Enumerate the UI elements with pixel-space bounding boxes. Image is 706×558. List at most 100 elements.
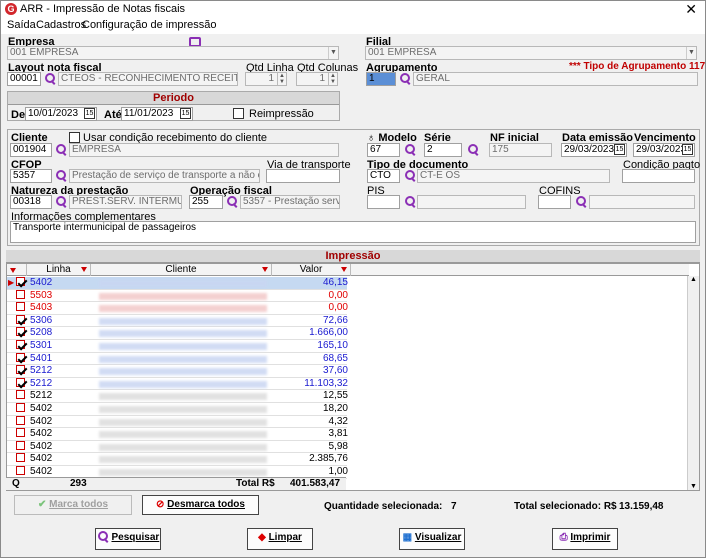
search-icon[interactable] <box>44 73 56 85</box>
table-row[interactable]: 5301 165,10 <box>7 340 348 353</box>
row-checkbox[interactable] <box>16 289 25 299</box>
cofins-input[interactable] <box>538 195 571 209</box>
data-emissao-input[interactable]: 29/03/2023 15 <box>561 143 627 157</box>
qtd-colunas-input[interactable]: 1 ▲ ▼ <box>296 72 338 86</box>
search-icon[interactable] <box>226 196 238 208</box>
row-checkbox[interactable] <box>16 352 25 362</box>
vencimento-input[interactable]: 29/03/2023 15 <box>633 143 695 157</box>
cell-valor: 165,10 <box>317 340 348 351</box>
eraser-icon: ◆ <box>258 532 266 543</box>
cell-linha: 5402 <box>30 415 53 427</box>
search-icon[interactable] <box>55 144 67 156</box>
usar-cond-checkbox[interactable] <box>69 132 80 143</box>
nf-inicial-input[interactable]: 175 <box>489 143 552 157</box>
table-row[interactable]: 5212 11.103,32 <box>7 377 348 391</box>
table-row[interactable]: 5403 0,00 <box>7 302 348 315</box>
table-row[interactable]: 5401 68,65 <box>7 352 348 366</box>
row-checkbox[interactable] <box>16 340 25 349</box>
layout-code-input[interactable]: 00001 <box>7 72 41 86</box>
qtd-linha-input[interactable]: 1 ▲ ▼ <box>245 72 287 86</box>
pis-input[interactable] <box>367 195 400 209</box>
cell-cliente-redacted <box>99 469 267 476</box>
cell-valor: 1.666,00 <box>309 327 348 339</box>
calendar-icon[interactable]: 15 <box>682 144 693 155</box>
row-checkbox[interactable] <box>16 453 25 463</box>
row-checkbox[interactable] <box>16 377 25 387</box>
cell-linha: 5402 <box>30 403 53 414</box>
cfop-code-input[interactable]: 5357 <box>10 169 52 183</box>
close-button[interactable]: ✕ <box>685 1 697 18</box>
row-checkbox[interactable] <box>16 365 25 375</box>
row-checkbox[interactable] <box>16 466 25 475</box>
search-icon[interactable] <box>467 144 479 156</box>
column-header-linha[interactable]: Linha <box>27 264 91 276</box>
operacao-code-input[interactable]: 255 <box>189 195 223 209</box>
menu-saida[interactable]: Saída <box>7 19 36 31</box>
cell-valor: 46,15 <box>322 277 348 288</box>
natureza-code-input[interactable]: 00318 <box>10 195 52 209</box>
column-header-valor[interactable]: Valor <box>272 264 351 276</box>
filial-select[interactable]: 001 EMPRESA ▼ <box>365 46 697 60</box>
cell-valor: 68,65 <box>322 352 348 364</box>
modelo-input[interactable]: 67 <box>367 143 400 157</box>
limpar-button[interactable]: ◆ Limpar <box>247 528 313 550</box>
table-row[interactable]: 5306 72,66 <box>7 314 348 328</box>
row-checkbox[interactable] <box>16 415 25 425</box>
row-checkbox[interactable] <box>16 327 25 337</box>
table-row[interactable]: 5402 4,32 <box>7 415 348 429</box>
serie-input[interactable]: 2 <box>424 143 462 157</box>
calendar-icon[interactable]: 15 <box>84 108 95 119</box>
imprimir-button[interactable]: ⎙ Imprimir <box>552 528 618 550</box>
ate-label: Até <box>104 109 122 121</box>
search-icon[interactable] <box>575 196 587 208</box>
calendar-icon[interactable]: 15 <box>180 108 191 119</box>
table-row[interactable]: ▶ 5402 46,15 <box>7 277 348 290</box>
table-row[interactable]: 5402 18,20 <box>7 403 348 416</box>
row-checkbox[interactable] <box>16 277 25 286</box>
natureza-desc-field: PREST.SERV. INTERMUNICIPAL <box>69 195 182 209</box>
cell-cliente-redacted <box>99 456 267 464</box>
via-transporte-input[interactable] <box>266 169 340 183</box>
column-header-cliente[interactable]: Cliente <box>91 264 272 276</box>
table-row[interactable]: 5402 5,98 <box>7 440 348 454</box>
table-row[interactable]: 5402 3,81 <box>7 428 348 441</box>
row-checkbox[interactable] <box>16 440 25 450</box>
calendar-icon[interactable]: 15 <box>614 144 625 155</box>
search-icon[interactable] <box>404 144 416 156</box>
row-checkbox[interactable] <box>16 302 25 312</box>
cliente-code-input[interactable]: 001904 <box>10 143 52 157</box>
search-icon[interactable] <box>404 196 416 208</box>
agrupamento-code-input[interactable]: 1 <box>366 72 396 86</box>
reimpressao-checkbox[interactable] <box>233 108 244 119</box>
table-row[interactable]: 5212 12,55 <box>7 390 348 403</box>
menu-cadastros[interactable]: Cadastros <box>36 19 86 31</box>
table-row[interactable]: 5208 1.666,00 <box>7 327 348 340</box>
grid-scrollbar[interactable]: ▲ ▼ <box>687 276 699 490</box>
cell-linha: 5301 <box>30 340 53 351</box>
visualizar-button[interactable]: ▦ Visualizar <box>399 528 465 550</box>
footer-q-label: Q <box>12 478 20 489</box>
search-icon[interactable] <box>404 170 416 182</box>
row-checkbox[interactable] <box>16 390 25 400</box>
de-date-input[interactable]: 10/01/2023 15 <box>25 107 97 121</box>
pesquisar-button[interactable]: Pesquisar <box>95 528 161 550</box>
cond-pagto-input[interactable] <box>622 169 695 183</box>
marca-todos-button[interactable]: ✔ Marca todos <box>14 495 132 515</box>
table-row[interactable]: 5503 0,00 <box>7 289 348 303</box>
select-all-header[interactable] <box>7 264 27 276</box>
cell-linha: 5212 <box>30 377 53 389</box>
table-row[interactable]: 5212 37,60 <box>7 365 348 378</box>
tipo-doc-code-input[interactable]: CTO <box>367 169 400 183</box>
row-checkbox[interactable] <box>16 428 25 438</box>
desmarca-todos-button[interactable]: ⊘ Desmarca todos <box>142 495 259 515</box>
search-icon[interactable] <box>399 73 411 85</box>
ate-date-input[interactable]: 11/01/2023 15 <box>121 107 193 121</box>
search-icon[interactable] <box>55 196 67 208</box>
menu-config-impressao[interactable]: Configuração de impressão <box>82 19 217 31</box>
row-checkbox[interactable] <box>16 403 25 412</box>
table-row[interactable]: 5402 2.385,76 <box>7 453 348 466</box>
row-checkbox[interactable] <box>16 314 25 324</box>
search-icon[interactable] <box>55 170 67 182</box>
info-textarea[interactable]: Transporte intermunicipal de passageiros <box>10 221 696 243</box>
empresa-select[interactable]: 001 EMPRESA ▼ <box>7 46 339 60</box>
